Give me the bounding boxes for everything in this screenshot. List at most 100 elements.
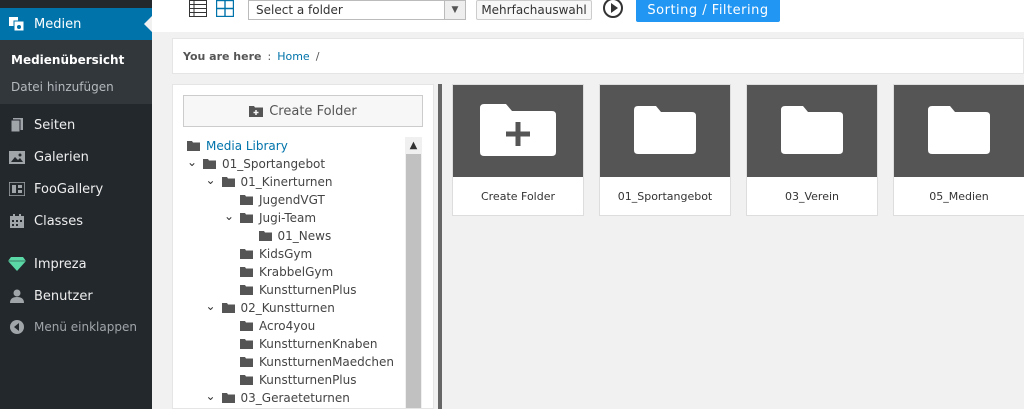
tree-node[interactable]: KunstturnenPlus <box>240 373 357 387</box>
tree-node[interactable]: Acro4you <box>240 319 315 333</box>
breadcrumb-separator: : <box>267 49 272 63</box>
tree-node[interactable]: ⌄ 03_Geraeteturnen <box>206 390 350 405</box>
tree-node-label: KunstturnenPlus <box>259 283 357 297</box>
add-folder-icon <box>480 103 556 159</box>
media-icon <box>8 16 26 32</box>
breadcrumb: You are here : Home / <box>172 38 1024 74</box>
sidebar-item-label: Impreza <box>34 256 87 272</box>
tree-node-label: KunstturnenPlus <box>259 373 357 387</box>
folder-icon <box>258 231 272 241</box>
tile-folder[interactable]: 05_Medien <box>893 84 1024 216</box>
multi-select-button[interactable]: Mehrfachauswahl <box>476 0 592 20</box>
tree-root[interactable]: Media Library <box>187 139 288 153</box>
sidebar-item-media[interactable]: Medien <box>0 8 152 40</box>
tree-node[interactable]: KunstturnenMaedchen <box>240 355 394 369</box>
tree-node[interactable]: ⌄ 01_Sportangebot <box>187 156 326 171</box>
breadcrumb-home-link[interactable]: Home <box>277 50 309 63</box>
chevron-down-icon: ▼ <box>444 1 465 19</box>
play-icon[interactable] <box>603 0 623 18</box>
tree-node-label: JugendVGT <box>259 193 325 207</box>
tile-label: 01_Sportangebot <box>617 189 713 203</box>
sorting-filtering-button[interactable]: Sorting / Filtering <box>636 0 780 22</box>
tree-node-label: 02_Kunstturnen <box>240 301 335 315</box>
submenu-item-add-file[interactable]: Datei hinzufügen <box>11 80 114 94</box>
create-folder-button[interactable]: Create Folder <box>183 95 423 127</box>
tree-node[interactable]: ⌄ 02_Kunstturnen <box>206 300 335 315</box>
tile-thumbnail <box>453 85 583 177</box>
sidebar-item-label: Classes <box>34 213 83 229</box>
tile-label: 03_Verein <box>784 189 839 203</box>
create-folder-label: Create Folder <box>269 103 357 119</box>
breadcrumb-label: You are here <box>183 49 262 63</box>
user-icon <box>8 288 26 304</box>
tree-node[interactable]: ⌄ 01_Kinerturnen <box>206 174 333 189</box>
sidebar-item-users[interactable]: Benutzer <box>0 285 152 307</box>
folder-icon <box>240 357 253 367</box>
sidebar-item-classes[interactable]: Classes <box>0 210 152 232</box>
tree-node-label: Acro4you <box>259 319 316 333</box>
sidebar-item-foogallery[interactable]: FooGallery <box>0 178 152 200</box>
tree-node[interactable]: JugendVGT <box>240 193 325 207</box>
media-submenu: Medienübersicht Datei hinzufügen <box>0 40 152 104</box>
collapse-icon <box>8 319 26 335</box>
scroll-thumb[interactable] <box>406 154 421 408</box>
sidebar-item-label: Benutzer <box>34 288 93 304</box>
submenu-item-overview[interactable]: Medienübersicht <box>11 53 124 67</box>
sidebar-item-label: Seiten <box>34 117 76 133</box>
diamond-icon <box>8 256 26 272</box>
tree-node-label: KidsGym <box>259 247 313 261</box>
breadcrumb-slash: / <box>315 49 320 63</box>
folder-icon <box>221 177 235 187</box>
tree-node[interactable]: KrabbelGym <box>240 265 333 279</box>
tree-node[interactable]: KunstturnenPlus <box>240 283 357 297</box>
folder-grid: Create Folder 01_Sportangebot 03_Verein … <box>442 84 1024 409</box>
tile-label: 05_Medien <box>929 189 989 203</box>
folder-icon <box>928 105 990 157</box>
scroll-up-icon[interactable]: ▲ <box>405 137 422 154</box>
folder-select[interactable]: Select a folder ▼ <box>248 0 466 20</box>
tree-node[interactable]: 01_News <box>258 229 332 243</box>
folder-icon <box>240 195 253 205</box>
tree-node[interactable]: KidsGym <box>240 247 312 261</box>
collapse-menu-label: Menü einklappen <box>34 320 137 334</box>
tree-scrollbar[interactable]: ▲ <box>405 137 422 408</box>
folder-icon <box>240 267 253 277</box>
chevron-down-icon[interactable]: ⌄ <box>224 210 234 222</box>
folder-icon <box>221 303 235 313</box>
calendar-icon <box>8 213 26 229</box>
pages-icon <box>8 117 26 133</box>
tree-node-label: 01_Sportangebot <box>222 157 326 171</box>
sidebar-item-impreza[interactable]: Impreza <box>0 253 152 275</box>
gallery-icon <box>8 149 26 165</box>
sidebar-item-label: Medien <box>34 16 82 32</box>
tile-label: Create Folder <box>480 189 556 203</box>
tree-node-label: KunstturnenMaedchen <box>259 355 394 369</box>
grid-view-icon[interactable] <box>215 0 235 18</box>
list-view-icon[interactable] <box>189 0 207 18</box>
folder-icon <box>187 141 200 151</box>
tree-node-label: 01_Kinerturnen <box>240 175 333 189</box>
tile-folder[interactable]: 03_Verein <box>746 84 878 216</box>
media-toolbar: Select a folder ▼ Mehrfachauswahl Sortin… <box>152 0 1024 32</box>
chevron-down-icon[interactable]: ⌄ <box>206 300 216 312</box>
folder-icon <box>221 393 235 403</box>
collapse-menu-button[interactable]: Menü einklappen <box>0 316 152 338</box>
tile-folder[interactable]: 01_Sportangebot <box>599 84 731 216</box>
folder-icon <box>240 339 253 349</box>
chevron-down-icon[interactable]: ⌄ <box>206 390 216 402</box>
tile-create-folder[interactable]: Create Folder <box>452 84 584 216</box>
folder-icon <box>203 159 216 169</box>
folder-icon <box>240 375 253 385</box>
sidebar-item-pages[interactable]: Seiten <box>0 114 152 136</box>
folder-icon <box>240 213 253 223</box>
tree-node[interactable]: ⌄ Jugi-Team <box>224 210 317 225</box>
tile-thumbnail <box>600 85 730 177</box>
tile-thumbnail <box>894 85 1024 177</box>
tree-root-label: Media Library <box>206 139 288 153</box>
tree-node-label: Jugi-Team <box>259 211 317 225</box>
chevron-down-icon[interactable]: ⌄ <box>206 174 216 186</box>
sidebar-item-galleries[interactable]: Galerien <box>0 146 152 168</box>
tree-node-label: 01_News <box>277 229 332 243</box>
chevron-down-icon[interactable]: ⌄ <box>187 156 197 168</box>
tree-node[interactable]: KunstturnenKnaben <box>240 337 378 351</box>
